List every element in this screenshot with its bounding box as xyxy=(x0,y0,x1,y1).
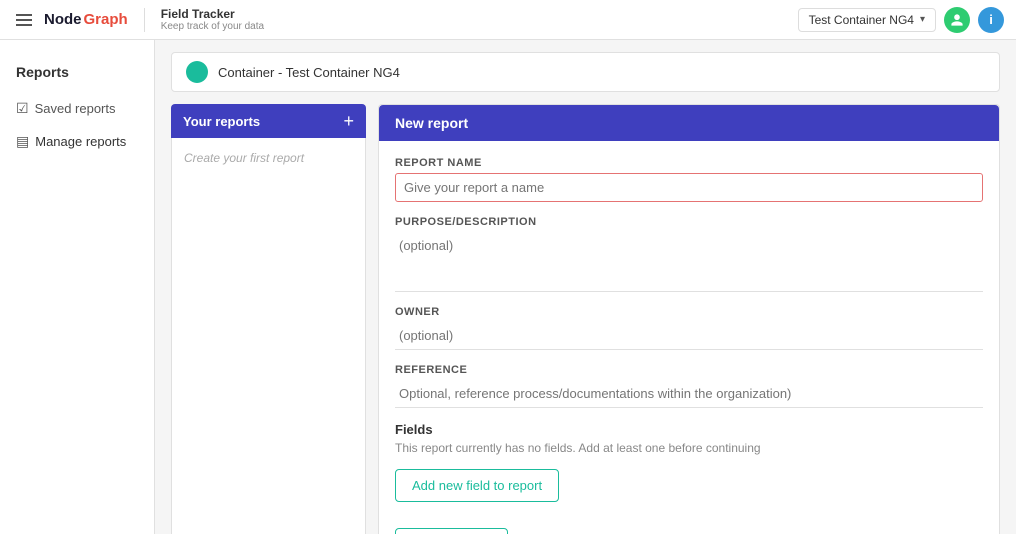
new-report-title: New report xyxy=(395,115,468,131)
app-body: Reports ☑ Saved reports ▤ Manage reports… xyxy=(0,40,1016,534)
reference-group: REFERENCE xyxy=(395,364,983,408)
reference-label: REFERENCE xyxy=(395,364,983,376)
purpose-group: PURPOSE/DESCRIPTION xyxy=(395,216,983,292)
panels: Your reports + Create your first report … xyxy=(171,104,1000,534)
container-label: Container - Test Container NG4 xyxy=(218,65,400,80)
new-report-body: REPORT NAME PURPOSE/DESCRIPTION OWNER xyxy=(379,141,999,518)
save-area: Save report xyxy=(379,518,999,534)
owner-label: OWNER xyxy=(395,306,983,318)
fields-desc: This report currently has no fields. Add… xyxy=(395,441,983,455)
add-field-button[interactable]: Add new field to report xyxy=(395,469,559,502)
user-avatar[interactable] xyxy=(944,7,970,33)
your-reports-title: Your reports xyxy=(183,114,260,129)
sidebar-section-title: Reports xyxy=(0,56,154,92)
sidebar-item-manage-reports[interactable]: ▤ Manage reports xyxy=(0,125,154,158)
save-report-button[interactable]: Save report xyxy=(395,528,508,534)
container-name: Test Container NG4 xyxy=(809,13,914,27)
your-reports-header: Your reports + xyxy=(171,104,366,138)
owner-input[interactable] xyxy=(395,322,983,350)
fields-title: Fields xyxy=(395,422,983,437)
sidebar-item-left: ☑ Saved reports xyxy=(16,100,116,117)
report-name-label: REPORT NAME xyxy=(395,157,983,169)
app-info: Field Tracker Keep track of your data xyxy=(161,7,264,32)
manage-reports-icon: ▤ xyxy=(16,133,29,150)
create-first-label: Create your first report xyxy=(184,151,304,165)
purpose-label: PURPOSE/DESCRIPTION xyxy=(395,216,983,228)
app-title: Field Tracker xyxy=(161,7,264,21)
container-dot xyxy=(186,61,208,83)
container-selector[interactable]: Test Container NG4 ▾ xyxy=(798,8,936,32)
left-panel: Your reports + Create your first report xyxy=(171,104,366,534)
manage-reports-label: Manage reports xyxy=(35,134,126,149)
sidebar-item-saved-reports[interactable]: ☑ Saved reports xyxy=(0,92,154,125)
logo-graph: Graph xyxy=(84,11,128,28)
saved-reports-icon: ☑ xyxy=(16,100,29,117)
saved-reports-label: Saved reports xyxy=(35,101,116,116)
new-report-header: New report xyxy=(379,105,999,141)
header-divider xyxy=(144,8,145,32)
header-right: Test Container NG4 ▾ i xyxy=(798,7,1004,33)
your-reports-body: Create your first report xyxy=(171,138,366,534)
reference-input[interactable] xyxy=(395,380,983,408)
purpose-input[interactable] xyxy=(395,232,983,292)
sidebar: Reports ☑ Saved reports ▤ Manage reports xyxy=(0,40,155,534)
right-panel: New report REPORT NAME PURPOSE/DESCRIPTI… xyxy=(378,104,1000,534)
add-report-button[interactable]: + xyxy=(343,112,354,130)
app-header: NodeGraph Field Tracker Keep track of yo… xyxy=(0,0,1016,40)
sidebar-item-left: ▤ Manage reports xyxy=(16,133,126,150)
app-subtitle: Keep track of your data xyxy=(161,21,264,32)
chevron-down-icon: ▾ xyxy=(920,14,925,25)
info-button[interactable]: i xyxy=(978,7,1004,33)
fields-section: Fields This report currently has no fiel… xyxy=(395,422,983,455)
owner-group: OWNER xyxy=(395,306,983,350)
report-name-group: REPORT NAME xyxy=(395,157,983,202)
header-left: NodeGraph Field Tracker Keep track of yo… xyxy=(12,7,264,32)
report-name-input[interactable] xyxy=(395,173,983,202)
main-content: Container - Test Container NG4 Your repo… xyxy=(155,40,1016,534)
container-bar: Container - Test Container NG4 xyxy=(171,52,1000,92)
logo-node: Node xyxy=(44,11,82,28)
hamburger-icon[interactable] xyxy=(12,10,36,30)
app-logo: NodeGraph xyxy=(44,11,128,28)
